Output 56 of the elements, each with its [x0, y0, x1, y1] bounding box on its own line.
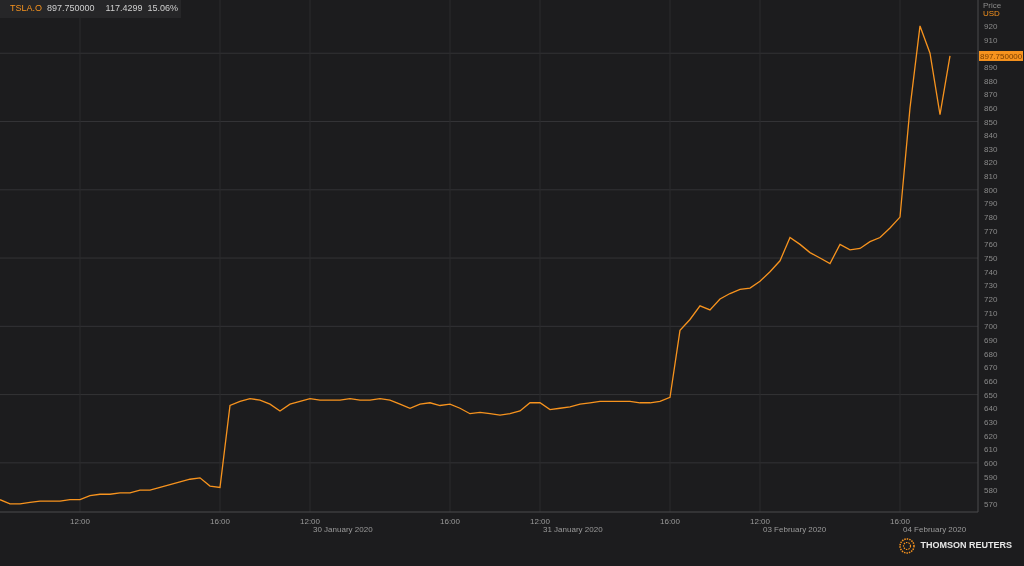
y-tick-label: 630 [984, 417, 998, 427]
last-price: 897.750000 [47, 2, 95, 16]
y-tick-label: 750 [984, 254, 998, 264]
y-tick-label: 740 [984, 267, 998, 277]
y-tick-label: 650 [984, 390, 998, 400]
y-tick-label: 600 [984, 458, 998, 468]
y-tick-label: 890 [984, 62, 998, 72]
brand-name: THOMSON REUTERS [920, 539, 1012, 553]
y-tick-label: 670 [984, 363, 998, 373]
y-tick-label: 820 [984, 158, 998, 168]
axis-title: Price [983, 1, 1002, 10]
y-tick-label: 660 [984, 376, 998, 386]
y-tick-label: 770 [984, 226, 998, 236]
y-tick-label: 780 [984, 213, 998, 223]
y-tick-label: 590 [984, 472, 998, 482]
y-tick-label: 760 [984, 240, 998, 250]
x-tick-label: 16:00 [660, 517, 680, 526]
x-tick-label: 16:00 [890, 517, 910, 526]
y-tick-label: 730 [984, 281, 998, 291]
x-tick-label: 12:00 [750, 517, 770, 526]
y-tick-label: 860 [984, 103, 998, 113]
price-change: 117.4299 [105, 2, 143, 16]
y-tick-label: 810 [984, 172, 998, 182]
y-tick-label: 580 [984, 486, 998, 496]
y-tick-label: 800 [984, 185, 998, 195]
y-tick-label: 640 [984, 404, 998, 414]
x-tick-label: 12:00 [530, 517, 550, 526]
y-tick-label: 720 [984, 295, 998, 304]
date-label: 30 January 2020 [313, 525, 373, 534]
currency-label: USD [983, 9, 1000, 18]
y-tick-label: 910 [984, 35, 998, 45]
y-tick-label: 690 [984, 335, 998, 345]
y-tick-label: 870 [984, 90, 998, 100]
y-tick-label: 840 [984, 131, 998, 141]
y-tick-label: 850 [984, 117, 998, 127]
y-tick-label: 680 [984, 349, 998, 359]
date-label: 04 February 2020 [903, 525, 967, 534]
y-tick-label: 710 [984, 308, 998, 318]
date-label: 03 February 2020 [763, 525, 827, 534]
x-tick-label: 12:00 [70, 517, 90, 526]
y-tick-label: 570 [984, 499, 998, 509]
percent-change: 15.06% [147, 2, 178, 16]
y-tick-label: 620 [984, 431, 998, 441]
x-tick-label: 16:00 [210, 517, 230, 526]
y-tick-label: 830 [984, 144, 998, 154]
y-tick-label: 610 [984, 445, 998, 455]
ticker-symbol: TSLA.O [10, 2, 42, 16]
x-tick-label: 16:00 [440, 517, 460, 526]
y-tick-label: 700 [984, 322, 998, 332]
y-tick-label: 920 [984, 21, 998, 31]
x-tick-label: 12:00 [300, 517, 320, 526]
y-tick-label: 880 [984, 76, 998, 86]
y-tick-label: 790 [984, 199, 998, 209]
date-label: 31 January 2020 [543, 525, 603, 534]
current-price-tag: 897.750000 [979, 51, 1023, 61]
globe-logo-icon [899, 538, 916, 554]
